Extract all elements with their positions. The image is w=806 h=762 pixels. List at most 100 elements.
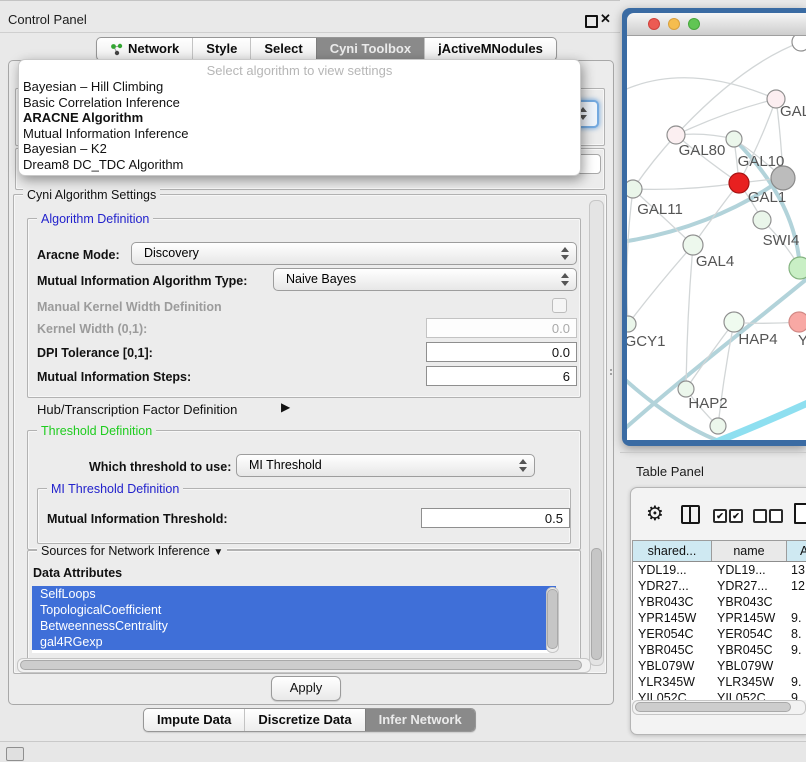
- network-node-label: GAL80: [679, 142, 726, 159]
- settings-vertical-scrollbar-thumb[interactable]: [591, 548, 602, 660]
- threshold-definition-title: Threshold Definition: [37, 424, 156, 438]
- tab-infer-network[interactable]: Infer Network: [365, 709, 475, 731]
- checkbox-unchecked-icon[interactable]: [769, 509, 783, 523]
- table-row[interactable]: YLR345WYLR345W9.: [633, 674, 806, 690]
- network-node-label: GCY1: [627, 333, 665, 350]
- network-node[interactable]: [792, 36, 806, 51]
- table-row[interactable]: YPR145WYPR145W9.: [633, 610, 806, 626]
- table-row[interactable]: YDL19...YDL19...13: [633, 562, 806, 578]
- algorithm-dropdown-list: Select algorithm to view settings Bayesi…: [18, 59, 581, 176]
- kernel-width-input[interactable]: 0.0: [426, 318, 577, 338]
- float-window-icon[interactable]: [585, 15, 598, 28]
- settings-horizontal-scrollbar-thumb[interactable]: [20, 660, 582, 670]
- mi-steps-input[interactable]: 6: [426, 366, 577, 386]
- table-row[interactable]: YBR043CYBR043C: [633, 594, 806, 610]
- expand-arrow-icon[interactable]: ▼: [213, 547, 223, 558]
- control-panel-titlebar: Control Panel ✕: [0, 6, 620, 33]
- sources-title: Sources for Network Inference ▼: [37, 544, 227, 558]
- collapse-arrow-icon[interactable]: ▶: [281, 400, 290, 414]
- tab-discretize-data[interactable]: Discretize Data: [244, 709, 364, 731]
- list-item-gal4rgexp[interactable]: gal4RGexp: [32, 634, 556, 650]
- tab-jactivemnodules[interactable]: jActiveMNodules: [424, 38, 556, 60]
- tab-style[interactable]: Style: [192, 38, 250, 60]
- network-node-SWI4[interactable]: [789, 257, 806, 279]
- network-svg: GALGAL80GAL10GAL1GAL11GAL4SWI4GCY1HAP4YH…: [627, 36, 806, 440]
- network-node-label: HAP2: [688, 395, 727, 412]
- manual-kernel-width-checkbox[interactable]: [552, 298, 567, 313]
- zoom-traffic-light[interactable]: [688, 18, 700, 30]
- close-icon[interactable]: ✕: [600, 11, 611, 27]
- network-node[interactable]: [710, 418, 726, 434]
- column-header-partial[interactable]: A: [787, 541, 806, 561]
- tab-network[interactable]: Network: [97, 38, 192, 60]
- checkbox-unchecked-icon[interactable]: [753, 509, 767, 523]
- network-node-GAL1[interactable]: [729, 173, 749, 193]
- tab-impute-data[interactable]: Impute Data: [144, 709, 244, 731]
- list-item-betweennesscentrality[interactable]: BetweennessCentrality: [32, 618, 556, 634]
- network-node-label: GAL4: [696, 253, 734, 270]
- table-row[interactable]: YBL079WYBL079W: [633, 658, 806, 674]
- tab-cyni-toolbox[interactable]: Cyni Toolbox: [316, 38, 424, 60]
- dropdown-item-bayesian-k2[interactable]: Bayesian – K2: [19, 141, 580, 157]
- minimize-traffic-light[interactable]: [668, 18, 680, 30]
- network-node-Y[interactable]: [789, 312, 806, 332]
- close-traffic-light[interactable]: [648, 18, 660, 30]
- data-attributes-list: SelfLoops TopologicalCoefficient Between…: [32, 586, 556, 653]
- which-threshold-label: Which threshold to use:: [89, 460, 231, 474]
- table-horizontal-scrollbar[interactable]: [632, 700, 806, 715]
- network-node-GAL10[interactable]: [726, 131, 742, 147]
- dropdown-item-dream8[interactable]: Dream8 DC_TDC Algorithm: [19, 157, 580, 173]
- settings-gear-icon[interactable]: ⚙: [646, 503, 664, 523]
- which-threshold-combo[interactable]: MI Threshold: [236, 454, 535, 477]
- table-horizontal-scrollbar-thumb[interactable]: [635, 702, 791, 712]
- network-node-GAL11[interactable]: [627, 180, 642, 198]
- table-row[interactable]: YBR045CYBR045C9.: [633, 642, 806, 658]
- network-node[interactable]: [753, 211, 771, 229]
- table-row[interactable]: YER054CYER054C8.: [633, 626, 806, 642]
- mi-threshold-input[interactable]: 0.5: [421, 508, 570, 528]
- control-panel: Control Panel ✕ Network Style Select Cyn…: [0, 0, 620, 742]
- apply-button[interactable]: Apply: [271, 676, 341, 701]
- control-panel-title: Control Panel: [8, 12, 87, 27]
- restore-panel-icon[interactable]: [6, 747, 24, 761]
- dropdown-item-basic-correlation[interactable]: Basic Correlation Inference: [19, 95, 580, 111]
- attribute-list-scrollbar[interactable]: [546, 587, 559, 653]
- settings-vertical-scrollbar[interactable]: [589, 200, 604, 666]
- list-item-topologicalcoefficient[interactable]: TopologicalCoefficient: [32, 602, 556, 618]
- network-node-GCY1[interactable]: [627, 316, 636, 332]
- settings-horizontal-scrollbar[interactable]: [17, 658, 591, 673]
- column-layout-icon[interactable]: [681, 505, 700, 524]
- network-node-label: GAL1: [748, 189, 786, 206]
- network-node-label: GAL11: [637, 201, 683, 218]
- tab-select[interactable]: Select: [250, 38, 315, 60]
- checkbox-checked-icon[interactable]: ✔: [713, 509, 727, 523]
- network-canvas[interactable]: GALGAL80GAL10GAL1GAL11GAL4SWI4GCY1HAP4YH…: [627, 36, 806, 440]
- file-icon[interactable]: [794, 503, 806, 524]
- network-node[interactable]: [771, 166, 795, 190]
- network-node-HAP4[interactable]: [724, 312, 744, 332]
- dropdown-item-mutual-information[interactable]: Mutual Information Inference: [19, 126, 580, 142]
- network-node-label: GAL: [780, 103, 806, 120]
- mi-threshold-label: Mutual Information Threshold:: [47, 512, 228, 526]
- dropdown-placeholder: Select algorithm to view settings: [19, 62, 580, 79]
- dropdown-item-aracne[interactable]: ARACNE Algorithm: [19, 110, 580, 126]
- panel-splitter-grip[interactable]: [609, 368, 614, 377]
- aracne-mode-combo[interactable]: Discovery: [131, 242, 577, 265]
- divider: [620, 452, 806, 453]
- mi-algorithm-type-combo[interactable]: Naive Bayes: [273, 268, 577, 291]
- hub-definition-label[interactable]: Hub/Transcription Factor Definition: [37, 402, 237, 417]
- list-item-selfloops[interactable]: SelfLoops: [32, 586, 556, 602]
- column-header-name[interactable]: name: [712, 541, 787, 561]
- network-window-titlebar[interactable]: [627, 13, 806, 36]
- attribute-list-scrollbar-thumb[interactable]: [547, 589, 558, 649]
- dpi-tolerance-input[interactable]: 0.0: [426, 342, 577, 362]
- checkbox-checked-icon[interactable]: ✔: [729, 509, 743, 523]
- dropdown-item-bayesian-hill-climbing[interactable]: Bayesian – Hill Climbing: [19, 79, 580, 95]
- mi-algorithm-type-label: Mutual Information Algorithm Type:: [37, 274, 247, 288]
- network-node-label: Y: [798, 332, 806, 349]
- table-row[interactable]: YDR27...YDR27...12: [633, 578, 806, 594]
- column-header-shared-name[interactable]: shared...: [633, 541, 712, 561]
- network-node-GAL4[interactable]: [683, 235, 703, 255]
- table-row[interactable]: YIL052CYIL052C9.: [633, 690, 806, 700]
- combo-stepper-icon: [560, 246, 569, 261]
